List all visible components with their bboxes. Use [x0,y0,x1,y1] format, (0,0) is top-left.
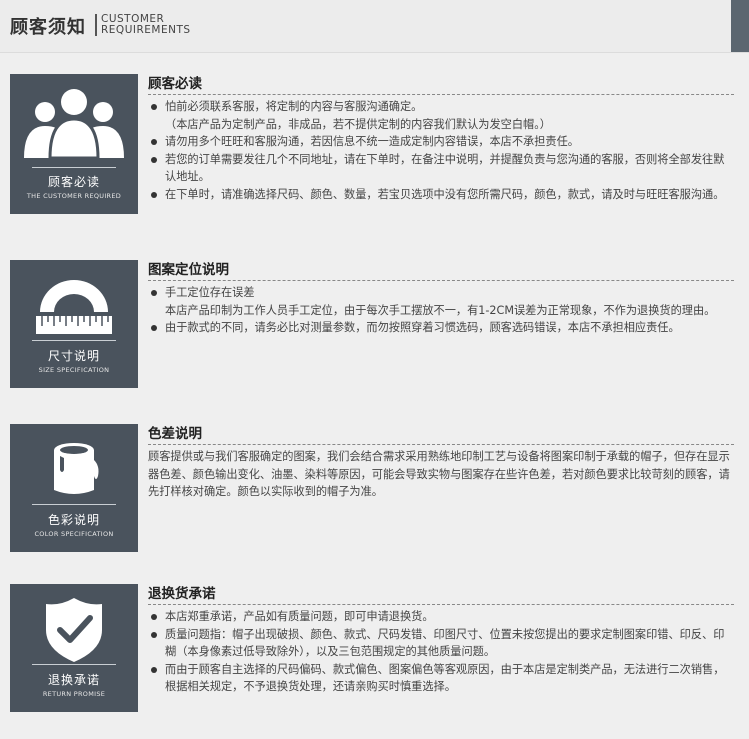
section-list: 怕前必须联系客服，将定制的内容与客服沟通确定。 （本店产品为定制产品，非成品，若… [148,98,734,203]
people-group-icon [24,89,124,160]
list-item: 若您的订单需要发往几个不同地址，请在下单时，在备注中说明，并提醒负责与您沟通的客… [148,151,734,186]
shield-check-icon [46,598,102,662]
list-item: 质量问题指：帽子出现破损、颜色、款式、尺码发错、印图尺寸、位置未按您提出的要求定… [148,626,734,661]
badge-size-specification: 尺寸说明 SIZE SPECIFICATION [10,260,138,388]
section-content: 退换货承诺 本店郑重承诺，产品如有质量问题，即可申请退换货。 质量问题指：帽子出… [148,584,734,696]
badge-label: 顾客必读 [47,175,100,189]
list-item: 由于款式的不同，请务必比对测量参数，而勿按照穿着习惯选码，顾客选码错误，本店不承… [148,319,734,337]
badge-label: 退换承诺 [47,673,100,687]
badge-label-english: THE CUSTOMER REQUIRED [26,192,122,200]
list-item: 请勿用多个旺旺和客服沟通，若因信息不统一造成定制内容错误，本店不承担责任。 [148,133,734,151]
section-content: 图案定位说明 手工定位存在误差 本店产品印制为工作人员手工定位，由于每次手工摆放… [148,260,734,337]
section-content: 色差说明 顾客提供或与我们客服确定的图案，我们会结合需求采用熟练地印制工艺与设备… [148,424,734,501]
title-separator [95,14,97,36]
badge-divider [32,340,116,341]
badge-divider [32,504,116,505]
section-list: 手工定位存在误差 本店产品印制为工作人员手工定位，由于每次手工摆放不一，有1-2… [148,284,734,337]
list-item: 在下单时，请准确选择尺码、颜色、数量，若宝贝选项中没有您所需尺码，颜色，款式，请… [148,186,734,204]
badge-label-english: SIZE SPECIFICATION [38,366,110,374]
protractor-ruler-icon [36,280,112,334]
section-heading: 图案定位说明 [148,260,734,281]
badge-return-promise: 退换承诺 RETURN PROMISE [10,584,138,712]
badge-divider [32,664,116,665]
list-item: （本店产品为定制产品，非成品，若不提供定制的内容我们默认为发空白帽。） [165,117,551,131]
badge-label-english: COLOR SPECIFICATION [34,530,114,538]
badge-label-english: RETURN PROMISE [42,690,106,698]
list-item: 本店郑重承诺，产品如有质量问题，即可申请退换货。 [148,608,734,626]
badge-label: 尺寸说明 [47,349,100,363]
section-content: 顾客必读 怕前必须联系客服，将定制的内容与客服沟通确定。 （本店产品为定制产品，… [148,74,734,203]
badge-divider [32,167,116,168]
section-list: 本店郑重承诺，产品如有质量问题，即可申请退换货。 质量问题指：帽子出现破损、颜色… [148,608,734,696]
badge-customer-required: 顾客必读 THE CUSTOMER REQUIRED [10,74,138,214]
page-title-english: CUSTOMER REQUIREMENTS [101,14,191,36]
section-paragraph: 顾客提供或与我们客服确定的图案，我们会结合需求采用熟练地印制工艺与设备将图案印制… [148,450,730,498]
page-header: 顾客须知 CUSTOMER REQUIREMENTS [0,0,749,53]
list-item: 手工定位存在误差 [148,284,734,302]
section-heading: 色差说明 [148,424,734,445]
section-heading: 顾客必读 [148,74,734,95]
badge-color-specification: 色彩说明 COLOR SPECIFICATION [10,424,138,552]
list-item: 而由于顾客自主选择的尺码偏码、款式偏色、图案偏色等客观原因，由于本店是定制类产品… [148,661,734,696]
page-title: 顾客须知 [10,17,86,38]
page-title-english-line2: REQUIREMENTS [101,24,191,36]
list-item: 怕前必须联系客服，将定制的内容与客服沟通确定。 [148,98,734,116]
section-heading: 退换货承诺 [148,584,734,605]
paint-bucket-icon [54,443,99,494]
badge-label: 色彩说明 [47,513,100,527]
header-corner-block [731,0,749,52]
list-item: 本店产品印制为工作人员手工定位，由于每次手工摆放不一，有1-2CM误差为正常现象… [165,303,716,317]
